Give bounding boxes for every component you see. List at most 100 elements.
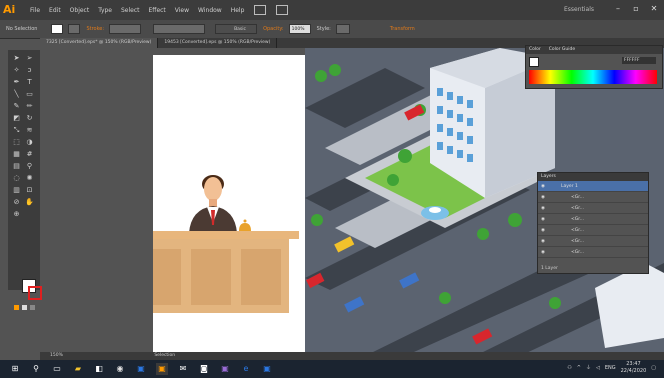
menu-type[interactable]: Type [98,7,112,14]
color-mode-icon[interactable] [14,305,19,310]
layer-row[interactable]: ◉ <Gr... [538,214,648,225]
menu-help[interactable]: Help [231,7,245,14]
windows-start-icon[interactable]: ⊞ [9,363,21,375]
opacity-field[interactable]: 100% [288,24,311,34]
stroke-color-icon[interactable] [28,286,42,300]
type-tool-icon[interactable]: T [25,78,34,87]
slice-tool-icon[interactable]: ⊘ [12,198,21,207]
clock[interactable]: 23:47 22/4/2020 [621,361,647,375]
eye-icon[interactable]: ◉ [541,217,549,222]
menu-effect[interactable]: Effect [149,7,166,14]
selection-tool-icon[interactable]: ➤ [12,54,21,63]
stroke-weight-field[interactable] [109,24,142,34]
variable-width-select[interactable] [153,24,206,34]
perspective-grid-tool-icon[interactable]: ▦ [12,150,21,159]
mail-icon[interactable]: ✉ [177,363,189,375]
free-transform-tool-icon[interactable]: ⬚ [12,138,21,147]
rectangle-tool-icon[interactable]: ▭ [25,90,34,99]
brush-select[interactable]: Basic [215,24,258,34]
store-icon[interactable]: ◧ [93,363,105,375]
direct-selection-tool-icon[interactable]: ➢ [25,54,34,63]
mesh-tool-icon[interactable]: # [25,150,34,159]
gradient-tool-icon[interactable]: ▤ [12,162,21,171]
color-tab[interactable]: Color [529,46,541,54]
eye-icon[interactable]: ◉ [541,228,549,233]
style-swatch[interactable] [335,24,350,34]
search-icon[interactable]: ⚲ [30,363,42,375]
stroke-label[interactable]: Stroke: [86,26,104,32]
eye-icon[interactable]: ◉ [541,206,549,211]
eyedropper-tool-icon[interactable]: ⚲ [25,162,34,171]
pencil-tool-icon[interactable]: ✏ [25,102,34,111]
arrange-documents-icon[interactable] [276,5,289,15]
eye-icon[interactable]: ◉ [541,250,549,255]
layer-row[interactable]: ◉ <Gr... [538,225,648,236]
layer-row[interactable]: ◉ <Gr... [538,247,648,258]
maximize-button[interactable]: ▫ [630,4,642,14]
color-guide-tab[interactable]: Color Guide [549,46,575,54]
color-spectrum[interactable] [529,70,657,84]
menu-object[interactable]: Object [70,7,90,14]
close-button[interactable]: ✕ [648,4,660,14]
transform-label[interactable]: Transform [390,26,415,32]
eye-icon[interactable]: ◉ [541,184,549,189]
lasso-tool-icon[interactable]: ↄ [25,66,34,75]
line-tool-icon[interactable]: ╲ [12,90,21,99]
menu-select[interactable]: Select [121,7,140,14]
illustrator-icon[interactable]: ▣ [156,363,168,375]
document-tab[interactable]: 7325 [Converted].eps* @ 150% (RGB/Previe… [40,38,159,48]
artboard[interactable] [125,55,305,352]
chrome-icon[interactable]: ◉ [114,363,126,375]
zoom-level[interactable]: 150% [50,353,63,358]
warp-tool-icon[interactable]: ≋ [25,126,34,135]
rotate-tool-icon[interactable]: ↻ [25,114,34,123]
menu-edit[interactable]: Edit [49,7,61,14]
edge-icon[interactable]: e [240,363,252,375]
menu-window[interactable]: Window [198,7,222,14]
layer-row[interactable]: ◉ <Gr... [538,236,648,247]
notification-icon[interactable]: ▢ [651,365,656,372]
artboard-tool-icon[interactable]: ⊡ [25,186,34,195]
camera-icon[interactable]: ◙ [198,363,210,375]
scale-tool-icon[interactable]: ⤡ [12,126,21,135]
hand-tool-icon[interactable]: ✋ [25,198,34,207]
magic-wand-tool-icon[interactable]: ✧ [12,66,21,75]
fill-swatch[interactable] [51,24,64,34]
stroke-swatch[interactable] [68,24,81,34]
document-tab[interactable]: 19453 [Converted].eps @ 150% (RGB/Previe… [158,38,278,48]
none-mode-icon[interactable] [30,305,35,310]
file-explorer-icon[interactable]: ▰ [72,363,84,375]
column-graph-tool-icon[interactable]: ▥ [12,186,21,195]
premiere-icon[interactable]: ▣ [219,363,231,375]
zoom-tool-icon[interactable]: ⊕ [12,210,21,219]
menu-view[interactable]: View [175,7,189,14]
brush-label: Basic [234,27,246,32]
network-icon[interactable]: ⏚ [586,365,591,372]
panel-fill-swatch[interactable] [529,57,539,67]
workspace-switcher[interactable]: Essentials [564,6,594,13]
layer-row[interactable]: ◉ <Gr... [538,192,648,203]
symbol-sprayer-tool-icon[interactable]: ✺ [25,174,34,183]
volume-icon[interactable]: ◁ [596,365,600,372]
layer-row[interactable]: ◉ <Gr... [538,203,648,214]
layer-row[interactable]: ◉ Layer 1 [538,181,648,192]
language-indicator[interactable]: ENG [605,365,616,372]
bridge-icon[interactable] [254,5,267,15]
shape-builder-tool-icon[interactable]: ◑ [25,138,34,147]
gradient-mode-icon[interactable] [22,305,27,310]
eraser-tool-icon[interactable]: ◩ [12,114,21,123]
opacity-label[interactable]: Opacity: [263,26,284,32]
photoshop-icon[interactable]: ▣ [135,363,147,375]
blend-tool-icon[interactable]: ◌ [12,174,21,183]
chevron-up-icon[interactable]: ^ [577,365,581,372]
eye-icon[interactable]: ◉ [541,239,549,244]
people-icon[interactable]: ⚇ [567,365,571,372]
pen-tool-icon[interactable]: ✒ [12,78,21,87]
task-view-icon[interactable]: ▭ [51,363,63,375]
menu-file[interactable]: File [30,7,40,14]
paintbrush-tool-icon[interactable]: ✎ [12,102,21,111]
word-icon[interactable]: ▣ [261,363,273,375]
minimize-button[interactable]: – [612,4,624,14]
hex-field[interactable]: FFFFFF [622,57,656,64]
eye-icon[interactable]: ◉ [541,195,549,200]
